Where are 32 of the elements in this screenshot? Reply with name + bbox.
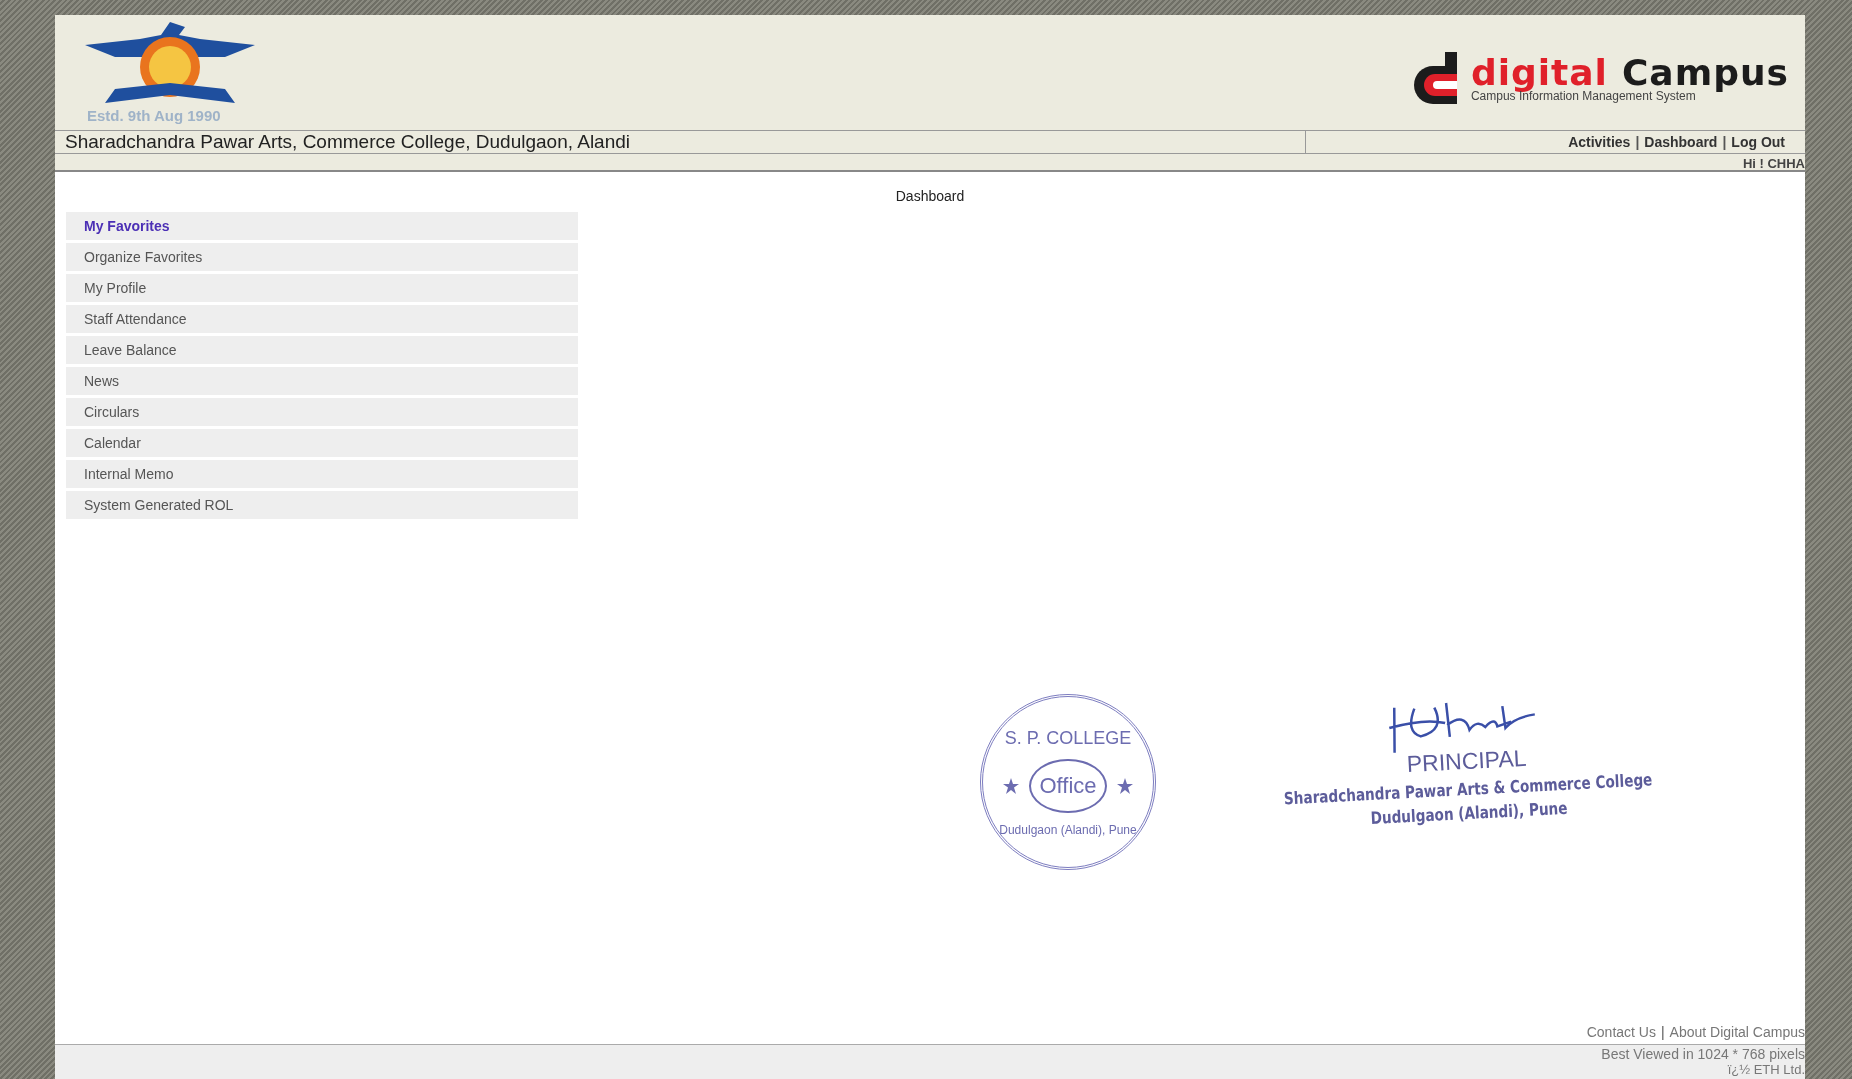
page-title: Dashboard [895, 188, 965, 204]
star-icon [1003, 777, 1020, 794]
copyright-text: ï¿½ ETH Ltd. [1727, 1062, 1805, 1077]
best-viewed-note: Best Viewed in 1024 * 768 pixels [1601, 1047, 1805, 1062]
nav-link[interactable]: Activities [1568, 134, 1631, 150]
sidebar-item[interactable]: My Favorites [66, 212, 578, 240]
sidebar-item[interactable]: Leave Balance [66, 336, 578, 364]
stamp-bottom-text: Dudulgaon (Alandi), Pune [999, 822, 1137, 837]
sidebar-item[interactable]: Organize Favorites [66, 243, 578, 271]
sidebar-item[interactable]: System Generated ROL [66, 491, 578, 519]
stamp-top-text: S. P. COLLEGE [1004, 727, 1132, 749]
sidebar-item[interactable]: Internal Memo [66, 460, 578, 488]
footer-link[interactable]: About Digital Campus [1669, 1024, 1805, 1040]
sidebar-item[interactable]: Staff Attendance [66, 305, 578, 333]
nav-link[interactable]: Dashboard [1644, 134, 1718, 150]
established-date: Estd. 9th Aug 1990 [87, 107, 221, 124]
footer-link[interactable]: Contact Us [1586, 1024, 1656, 1040]
nav-link[interactable]: Log Out [1731, 134, 1785, 150]
signatory-title: PRINCIPAL [1406, 744, 1528, 779]
link-separator: | [1722, 134, 1727, 150]
sidebar-item[interactable]: My Profile [66, 274, 578, 302]
star-icon [1116, 777, 1133, 794]
college-name: Sharadchandra Pawar Arts, Commerce College, Dudulgaon, Alandi [55, 131, 1306, 153]
user-greeting: Hi ! CHHA [1742, 156, 1805, 171]
stamp-center-text: Office [1029, 758, 1107, 813]
brand-name: digital [1470, 52, 1608, 93]
brand-name-campus: Campus [1621, 52, 1789, 93]
sidebar-item[interactable]: News [66, 367, 578, 395]
sidebar-item[interactable]: Circulars [66, 398, 578, 426]
sidebar-item[interactable]: Calendar [66, 429, 578, 457]
link-separator: | [1660, 1024, 1665, 1040]
link-separator: | [1635, 134, 1640, 150]
